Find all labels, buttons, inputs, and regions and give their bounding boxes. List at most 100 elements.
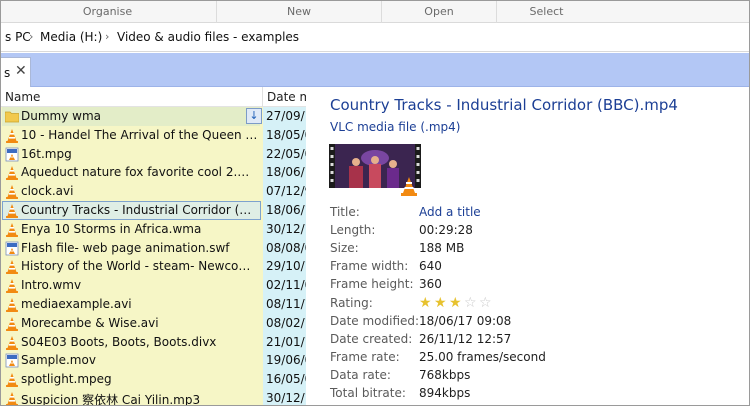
ribbon-group-new[interactable]: New	[216, 1, 381, 23]
add-title-field[interactable]: Add a title	[419, 205, 481, 219]
file-name: Flash file- web page animation.swf	[21, 240, 230, 255]
property-row: Length: 00:29:28	[330, 223, 740, 241]
property-label: Size:	[330, 241, 359, 256]
vlc-cone-icon	[5, 184, 19, 200]
star-filled-icon[interactable]: ★	[434, 295, 448, 311]
property-row: Frame rate: 25.00 frames/second	[330, 350, 740, 368]
sort-ascending-icon: ^	[125, 87, 134, 93]
star-filled-icon[interactable]: ★	[419, 295, 433, 311]
tab-label: s	[4, 66, 11, 80]
file-date-modified: 16/05/0	[266, 372, 306, 387]
file-date-modified: 29/10/1	[266, 259, 306, 274]
property-label: Rating:	[330, 295, 373, 310]
ribbon-group-open-label: Open	[424, 5, 454, 18]
property-value: 894kbps	[419, 386, 471, 400]
file-explorer-window: Organise New Open Select s PC › Media (H…	[0, 0, 750, 406]
breadcrumb-separator-icon[interactable]: ›	[105, 30, 109, 43]
ribbon-group-organise[interactable]: Organise	[1, 1, 215, 23]
file-name: Sample.mov	[21, 353, 96, 368]
file-name: 10 - Handel The Arrival of the Queen of …	[21, 127, 259, 142]
video-file-icon	[5, 241, 19, 256]
file-name: S04E03 Boots, Boots, Boots.divx	[21, 334, 217, 349]
property-label: Frame rate:	[330, 349, 400, 364]
file-date-modified: 21/01/1	[266, 334, 306, 349]
vlc-cone-icon	[5, 259, 19, 275]
file-row[interactable]: Enya 10 Storms in Africa.wma 30/12/1	[1, 220, 306, 239]
column-divider[interactable]	[262, 87, 263, 107]
column-header-name[interactable]: Name	[5, 90, 40, 104]
property-label: Frame width:	[330, 259, 409, 274]
breadcrumb-current-folder[interactable]: Video & audio files - examples	[117, 30, 299, 44]
file-row[interactable]: clock.avi 07/12/9	[1, 182, 306, 201]
file-row[interactable]: mediaexample.avi 08/11/1	[1, 295, 306, 314]
star-empty-icon[interactable]: ☆	[464, 295, 478, 311]
close-icon[interactable]: ✕	[15, 63, 27, 79]
ribbon-group-new-label: New	[287, 5, 311, 18]
vlc-cone-icon	[5, 391, 19, 405]
file-date-modified: 18/06/1	[266, 165, 306, 180]
property-value: 00:29:28	[419, 223, 473, 238]
file-row[interactable]: Dummy wma ↓ 27/09/1	[1, 107, 306, 126]
tab-bar: s ✕	[1, 53, 749, 87]
property-value: 25.00 frames/second	[419, 349, 546, 364]
vlc-cone-icon	[5, 128, 19, 143]
file-row[interactable]: S04E03 Boots, Boots, Boots.divx 21/01/1	[1, 333, 306, 352]
property-row: Frame height: 360	[330, 277, 740, 295]
file-date-modified: 18/06/1	[266, 203, 306, 217]
breadcrumb-this-pc[interactable]: s PC	[5, 30, 31, 44]
property-label: Data rate:	[330, 367, 391, 382]
star-filled-icon[interactable]: ★	[449, 295, 463, 311]
rating-stars[interactable]: ★ ★ ★ ☆ ☆	[419, 295, 494, 311]
file-date-modified: 08/02/1	[266, 315, 306, 330]
file-row[interactable]: Sample.mov 19/06/0	[1, 351, 306, 370]
file-row[interactable]: Morecambe & Wise.avi 08/02/1	[1, 314, 306, 333]
file-name: History of the World - steam- Newcomen.f…	[21, 259, 259, 274]
file-row[interactable]: 16t.mpg 22/05/0	[1, 145, 306, 164]
file-date-modified: 30/12/1	[266, 221, 306, 236]
tab-folder[interactable]: s ✕	[1, 57, 31, 87]
preview-file-title: Country Tracks - Industrial Corridor (BB…	[330, 96, 678, 114]
property-value: 360	[419, 277, 442, 292]
file-date-modified: 08/08/0	[266, 240, 306, 255]
property-row: Size: 188 MB	[330, 241, 740, 259]
file-row[interactable]: Intro.wmv 02/11/0	[1, 276, 306, 295]
file-row[interactable]: Aqueduct nature fox favorite cool 2.MTS 1…	[1, 163, 306, 182]
property-row: Date created: 26/11/12 12:57	[330, 332, 740, 350]
vlc-cone-icon	[5, 165, 19, 181]
column-header-date-modified[interactable]: Date m	[267, 90, 306, 104]
file-row[interactable]: Country Tracks - Industrial Corridor (BB…	[1, 201, 306, 220]
property-row: Title: Add a title	[330, 205, 740, 223]
vlc-cone-icon	[5, 278, 19, 294]
property-row: Data rate: 768kbps	[330, 368, 740, 386]
preview-file-type: VLC media file (.mp4)	[330, 120, 461, 134]
file-name: 16t.mpg	[21, 146, 72, 161]
star-empty-icon[interactable]: ☆	[479, 295, 493, 311]
breadcrumb-separator-icon[interactable]: ›	[29, 30, 33, 43]
property-value: 18/06/17 09:08	[419, 313, 512, 328]
ribbon-group-select[interactable]: Select	[496, 1, 596, 23]
file-name: Intro.wmv	[21, 278, 82, 293]
address-bar[interactable]: s PC › Media (H:) › Video & audio files …	[1, 24, 749, 52]
preview-pane: Country Tracks - Industrial Corridor (BB…	[306, 87, 749, 405]
file-row[interactable]: Flash file- web page animation.swf 08/08/…	[1, 239, 306, 258]
file-row[interactable]: Suspicion 察依林 Cai Yilin.mp3 30/12/1	[1, 389, 306, 405]
file-name: Dummy wma	[21, 109, 101, 123]
download-arrow-icon[interactable]: ↓	[246, 108, 262, 124]
file-row[interactable]: History of the World - steam- Newcomen.f…	[1, 257, 306, 276]
breadcrumb-media-drive[interactable]: Media (H:)	[40, 30, 102, 44]
file-date-modified: 07/12/9	[266, 184, 306, 199]
file-date-modified: 18/05/0	[266, 127, 306, 142]
file-name: Aqueduct nature fox favorite cool 2.MTS	[21, 165, 259, 180]
file-date-modified: 27/09/1	[266, 109, 306, 123]
file-name: Morecambe & Wise.avi	[21, 315, 159, 330]
property-label: Title:	[330, 205, 360, 219]
ribbon-group-organise-label: Organise	[82, 5, 133, 18]
property-value: 768kbps	[419, 367, 471, 382]
ribbon-group-open[interactable]: Open	[381, 1, 496, 23]
file-row[interactable]: spotlight.mpeg 16/05/0	[1, 370, 306, 389]
file-row[interactable]: 10 - Handel The Arrival of the Queen of …	[1, 126, 306, 145]
file-date-modified: 02/11/0	[266, 278, 306, 293]
property-row: Frame width: 640	[330, 259, 740, 277]
vlc-cone-icon	[5, 203, 19, 218]
file-date-modified: 19/06/0	[266, 353, 306, 368]
